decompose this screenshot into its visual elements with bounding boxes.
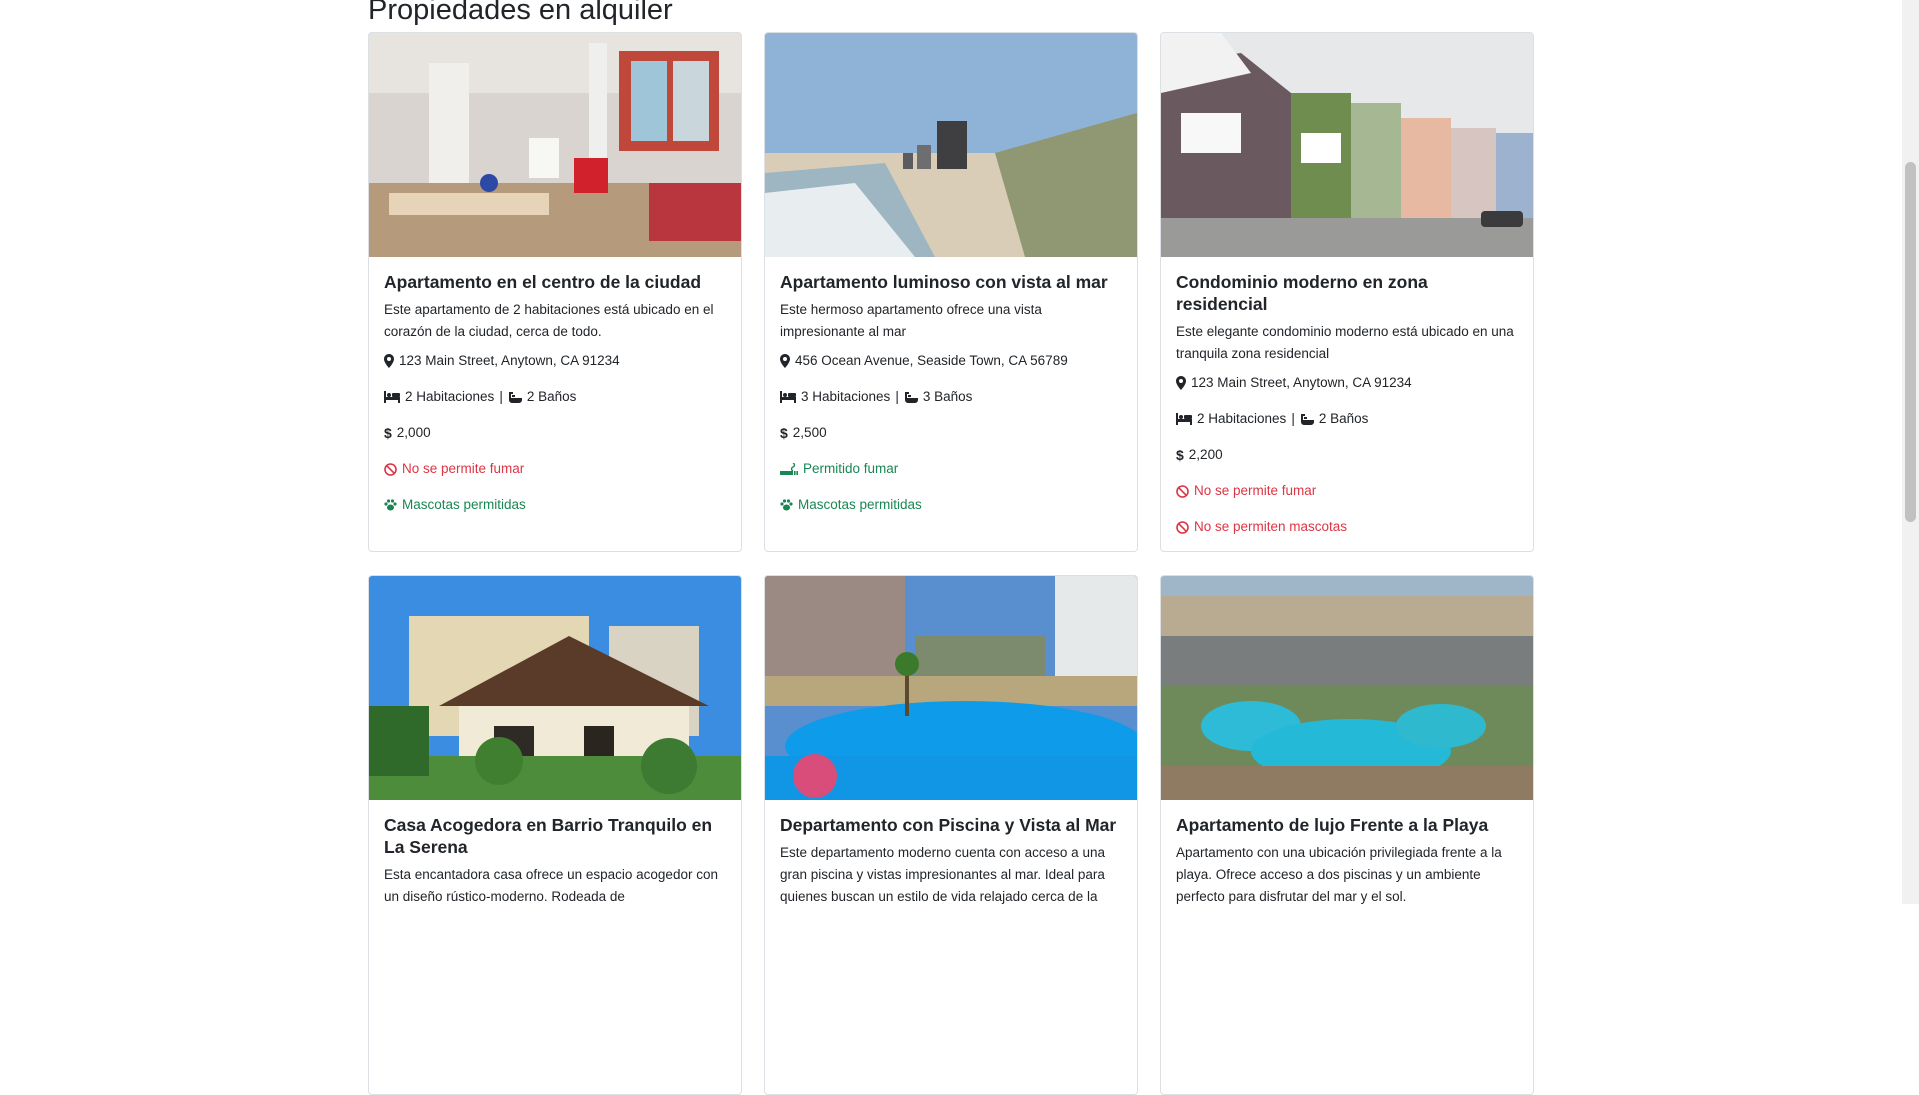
scrollbar-thumb[interactable] [1905,162,1916,522]
property-card[interactable]: Casa Acogedora en Barrio Tranquilo en La… [368,575,742,1095]
property-title: Casa Acogedora en Barrio Tranquilo en La… [384,815,713,857]
smoking-status: No se permite fumar [384,459,726,479]
property-card[interactable]: Departamento con Piscina y Vista al Mar … [764,575,1138,1095]
bed-icon [780,391,796,403]
property-title: Condominio moderno en zona residencial [1176,272,1428,314]
property-image[interactable] [765,33,1137,257]
property-price: $ 2,500 [780,423,1122,443]
baths-text: 2 Baños [526,389,577,404]
price-text: 2,500 [792,425,827,440]
bath-icon [1300,413,1314,425]
paw-icon [780,499,793,511]
smoking-icon [780,462,798,475]
property-card[interactable]: Apartamento en el centro de la ciudad Es… [368,32,742,552]
property-card[interactable]: Apartamento de lujo Frente a la Playa Ap… [1160,575,1534,1095]
rooms-text: 2 Habitaciones [1197,411,1287,426]
scrollbar-track[interactable] [1902,0,1919,904]
property-description: Apartamento con una ubicación privilegia… [1176,845,1502,904]
bed-icon [1176,413,1192,425]
price-text: 2,000 [396,425,431,440]
map-marker-icon [384,354,394,368]
baths-text: 2 Baños [1318,411,1369,426]
dollar-icon: $ [780,425,788,441]
bath-icon [508,391,522,403]
smoking-status: Permitido fumar [780,459,1122,479]
smoking-status: No se permite fumar [1176,481,1518,501]
ban-icon [1176,520,1189,534]
pets-text: Mascotas permitidas [402,497,526,512]
page-title: Propiedades en alquiler [368,0,673,26]
separator: | [499,389,503,404]
smoking-text: No se permite fumar [402,461,525,476]
property-title: Apartamento luminoso con vista al mar [780,272,1108,292]
address-text: 123 Main Street, Anytown, CA 91234 [399,353,620,368]
property-card[interactable]: Apartamento luminoso con vista al mar Es… [764,32,1138,552]
separator: | [895,389,899,404]
rooms-text: 2 Habitaciones [405,389,495,404]
property-grid: Apartamento en el centro de la ciudad Es… [368,32,1534,1095]
pets-status: Mascotas permitidas [384,495,726,515]
property-image[interactable] [765,576,1137,800]
property-price: $ 2,000 [384,423,726,443]
property-rooms: 2 Habitaciones | 2 Baños [384,387,726,407]
property-description: Este elegante condominio moderno está ub… [1176,324,1514,361]
property-rooms: 2 Habitaciones | 2 Baños [1176,409,1518,429]
address-text: 123 Main Street, Anytown, CA 91234 [1191,375,1412,390]
property-title: Apartamento de lujo Frente a la Playa [1176,815,1489,835]
property-description: Este apartamento de 2 habitaciones está … [384,302,714,339]
map-marker-icon [1176,376,1186,390]
property-address: 123 Main Street, Anytown, CA 91234 [384,351,726,371]
dollar-icon: $ [1176,447,1184,463]
property-address: 123 Main Street, Anytown, CA 91234 [1176,373,1518,393]
property-address: 456 Ocean Avenue, Seaside Town, CA 56789 [780,351,1122,371]
property-image[interactable] [1161,33,1533,257]
ban-icon [1176,484,1189,498]
property-description: Este departamento moderno cuenta con acc… [780,845,1105,904]
property-price: $ 2,200 [1176,445,1518,465]
pets-status: No se permiten mascotas [1176,517,1518,537]
property-card[interactable]: Condominio moderno en zona residencial E… [1160,32,1534,552]
property-description: Este hermoso apartamento ofrece una vist… [780,302,1042,339]
property-title: Apartamento en el centro de la ciudad [384,272,702,292]
ban-icon [384,462,397,476]
rooms-text: 3 Habitaciones [801,389,891,404]
property-image[interactable] [1161,576,1533,800]
price-text: 2,200 [1188,447,1223,462]
paw-icon [384,499,397,511]
smoking-text: No se permite fumar [1194,483,1317,498]
address-text: 456 Ocean Avenue, Seaside Town, CA 56789 [795,353,1068,368]
bed-icon [384,391,400,403]
bath-icon [904,391,918,403]
map-marker-icon [780,354,790,368]
smoking-text: Permitido fumar [803,461,899,476]
property-image[interactable] [369,576,741,800]
pets-text: No se permiten mascotas [1194,519,1348,534]
pets-text: Mascotas permitidas [798,497,922,512]
property-rooms: 3 Habitaciones | 3 Baños [780,387,1122,407]
dollar-icon: $ [384,425,392,441]
property-title: Departamento con Piscina y Vista al Mar [780,815,1117,835]
property-image[interactable] [369,33,741,257]
baths-text: 3 Baños [922,389,973,404]
property-description: Esta encantadora casa ofrece un espacio … [384,867,718,904]
separator: | [1291,411,1295,426]
pets-status: Mascotas permitidas [780,495,1122,515]
